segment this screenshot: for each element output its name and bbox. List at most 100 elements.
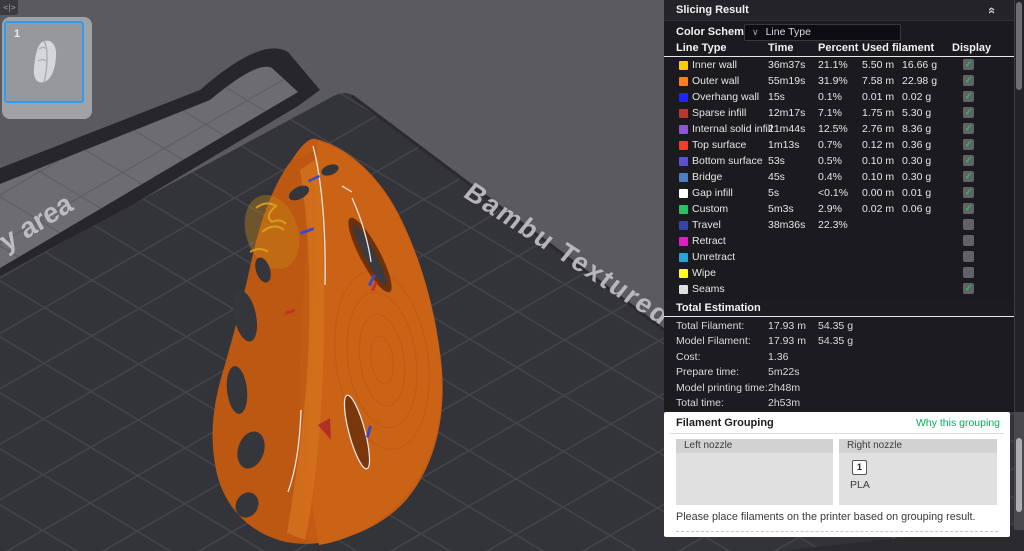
display-checkbox[interactable]: ✓ <box>963 91 974 102</box>
display-checkbox[interactable]: ✓ <box>963 203 974 214</box>
estimation-value-2: 54.35 g <box>818 320 853 332</box>
cell-weight: 0.01 g <box>902 187 931 199</box>
right-nozzle-box[interactable]: Right nozzle 1 PLA <box>839 439 997 505</box>
display-checkbox[interactable]: ✓ <box>963 123 974 134</box>
why-this-grouping-link[interactable]: Why this grouping <box>916 417 1000 429</box>
total-estimation-title: Total Estimation <box>676 302 761 314</box>
plate-thumbnail[interactable]: 1 <box>4 21 84 103</box>
color-scheme-dropdown[interactable]: ∨ Line Type <box>744 24 901 41</box>
line-type-swatch <box>679 189 688 198</box>
line-type-swatch <box>679 173 688 182</box>
display-checkbox[interactable]: ✓ <box>963 171 974 182</box>
grouping-note: Please place filaments on the printer ba… <box>676 511 976 523</box>
line-type-name: Bottom surface <box>692 155 763 167</box>
estimation-value: 2h48m <box>768 382 800 394</box>
cell-weight: 16.66 g <box>902 59 937 71</box>
collapse-panel-icon[interactable]: « <box>985 7 1000 14</box>
estimation-row: Prepare time:5m22s <box>664 365 1014 380</box>
estimation-label: Total Filament: <box>676 320 744 332</box>
line-type-name: Unretract <box>692 251 735 263</box>
cell-length: 7.58 m <box>862 75 894 87</box>
cell-weight: 0.30 g <box>902 171 931 183</box>
display-checkbox[interactable]: ✓ <box>963 75 974 86</box>
divider <box>670 433 1004 434</box>
line-type-swatch <box>679 285 688 294</box>
estimation-value: 17.93 m <box>768 335 806 347</box>
display-checkbox[interactable]: ✓ <box>963 219 974 230</box>
table-row: Retract✓ <box>664 233 1014 249</box>
table-row: Gap infill5s<0.1%0.00 m0.01 g✓ <box>664 185 1014 201</box>
cell-percent: 0.5% <box>818 155 842 167</box>
color-scheme-value: Line Type <box>766 26 811 38</box>
panel-title: Slicing Result <box>676 4 749 16</box>
line-type-swatch <box>679 221 688 230</box>
line-type-name: Gap infill <box>692 187 733 199</box>
line-type-swatch <box>679 237 688 246</box>
dashed-divider <box>676 531 998 532</box>
display-checkbox[interactable]: ✓ <box>963 139 974 150</box>
estimation-label: Model Filament: <box>676 335 751 347</box>
display-checkbox[interactable]: ✓ <box>963 267 974 278</box>
cell-time: 12m17s <box>768 107 805 119</box>
cell-weight: 0.36 g <box>902 139 931 151</box>
table-row: Outer wall55m19s31.9%7.58 m22.98 g✓ <box>664 73 1014 89</box>
line-type-name: Custom <box>692 203 728 215</box>
viewport-collapse-icon[interactable]: <|> <box>0 0 18 15</box>
line-type-swatch <box>679 93 688 102</box>
table-row: Seams ✓ <box>664 281 1014 297</box>
cell-time: 55m19s <box>768 75 805 87</box>
display-checkbox[interactable]: ✓ <box>963 107 974 118</box>
cell-percent: 22.3% <box>818 219 848 231</box>
display-checkbox[interactable]: ✓ <box>963 283 974 294</box>
column-header-time: Time <box>768 42 793 54</box>
cell-time: 45s <box>768 171 785 183</box>
divider <box>664 316 1014 317</box>
column-header-display: Display <box>952 42 991 54</box>
estimation-row: Model printing time:2h48m <box>664 381 1014 396</box>
cell-length: 0.10 m <box>862 155 894 167</box>
display-checkbox[interactable]: ✓ <box>963 251 974 262</box>
chevron-down-icon: ∨ <box>752 27 759 37</box>
cell-weight: 0.06 g <box>902 203 931 215</box>
cell-time: 5m3s <box>768 203 794 215</box>
filament-badge[interactable]: 1 <box>852 460 867 475</box>
estimation-row: Cost:1.36 <box>664 350 1014 365</box>
table-column-headers: Line TypeTimePercentUsed filamentDisplay <box>664 42 1014 57</box>
column-header-percent: Percent <box>818 42 858 54</box>
line-type-name: Outer wall <box>692 75 739 87</box>
line-type-swatch <box>679 109 688 118</box>
line-type-name: Seams <box>692 283 725 295</box>
table-row: Bottom surface53s0.5%0.10 m0.30 g✓ <box>664 153 1014 169</box>
panel-header: Slicing Result « <box>664 0 1014 21</box>
left-nozzle-box[interactable]: Left nozzle <box>676 439 833 505</box>
line-type-swatch <box>679 125 688 134</box>
cell-weight: 22.98 g <box>902 75 937 87</box>
display-checkbox[interactable]: ✓ <box>963 59 974 70</box>
table-row: Wipe✓ <box>664 265 1014 281</box>
cell-length: 1.75 m <box>862 107 894 119</box>
column-header-line-type: Line Type <box>676 42 727 54</box>
estimation-label: Prepare time: <box>676 366 739 378</box>
table-row: Custom5m3s2.9%0.02 m0.06 g✓ <box>664 201 1014 217</box>
line-type-swatch <box>679 77 688 86</box>
line-type-swatch <box>679 269 688 278</box>
cell-weight: 8.36 g <box>902 123 931 135</box>
cell-time: 1m13s <box>768 139 800 151</box>
display-checkbox[interactable]: ✓ <box>963 235 974 246</box>
display-checkbox[interactable]: ✓ <box>963 187 974 198</box>
line-type-table: Inner wall36m37s21.1%5.50 m16.66 g✓Outer… <box>664 57 1014 297</box>
line-type-swatch <box>679 205 688 214</box>
line-type-name: Internal solid infill <box>692 123 773 135</box>
line-type-name: Overhang wall <box>692 91 759 103</box>
panel-scrollbar-thumb[interactable] <box>1016 2 1022 90</box>
table-row: Bridge45s0.4%0.10 m0.30 g✓ <box>664 169 1014 185</box>
display-checkbox[interactable]: ✓ <box>963 155 974 166</box>
side-scrollbar-thumb[interactable] <box>1016 438 1022 512</box>
color-scheme-label: Color Scheme <box>676 26 750 38</box>
cell-percent: 0.1% <box>818 91 842 103</box>
line-type-name: Sparse infill <box>692 107 746 119</box>
estimation-value: 2h53m <box>768 397 800 409</box>
table-row: Inner wall36m37s21.1%5.50 m16.66 g✓ <box>664 57 1014 73</box>
estimation-value-2: 54.35 g <box>818 335 853 347</box>
plate-number: 1 <box>14 28 20 40</box>
